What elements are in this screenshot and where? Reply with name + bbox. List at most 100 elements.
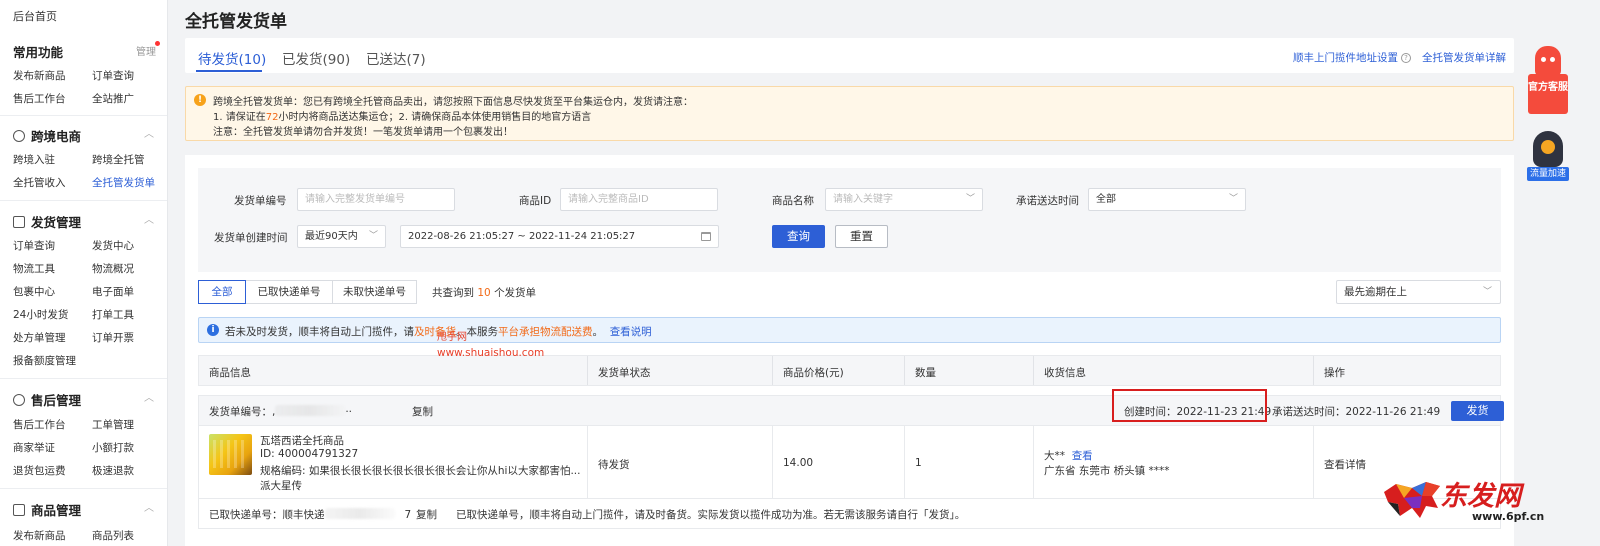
- sidebar-item-home[interactable]: 后台首页: [13, 8, 57, 24]
- sidebar-item-cross-managed[interactable]: 跨境全托管: [92, 152, 145, 167]
- sidebar-item-managed-income[interactable]: 全托管收入: [13, 175, 66, 190]
- sidebar-item-aftersale-desk[interactable]: 售后工作台: [13, 91, 66, 106]
- chevron-down-icon: ﹀: [1228, 194, 1238, 204]
- product-id-input[interactable]: 请输入完整商品ID: [560, 188, 718, 211]
- sidebar-item-order-query[interactable]: 订单查询: [92, 68, 134, 83]
- main-card: 发货单编号 请输入完整发货单编号 商品ID 请输入完整商品ID 商品名称 请输入…: [185, 155, 1514, 546]
- chevron-up-icon[interactable]: ︿: [144, 499, 154, 514]
- manage-link[interactable]: 管理: [136, 43, 156, 58]
- sidebar-group-after-sales[interactable]: 售后管理: [13, 390, 81, 409]
- express-note: 已取快递单号，顺丰将自动上门揽件，请及时备货。实际发货以揽件成功为准。若无需该服…: [456, 509, 966, 521]
- create-time-label: 发货单创建时间: [214, 232, 288, 244]
- notification-dot: [155, 41, 160, 46]
- reset-button[interactable]: 重置: [835, 225, 888, 248]
- redacted-express-no: [324, 508, 395, 519]
- sidebar-item-goods-list[interactable]: 商品列表: [92, 528, 134, 543]
- product-id-label: 商品ID: [519, 195, 552, 207]
- tab-delivered[interactable]: 已送达(7): [366, 48, 426, 68]
- warning-icon: !: [194, 94, 206, 106]
- view-detail-link[interactable]: 查看详情: [1324, 457, 1366, 472]
- order-status: 待发货: [598, 459, 630, 471]
- order-no: 发货单编号：, ··: [209, 405, 353, 418]
- tabs-bar: 待发货(10) 已发货(90) 已送达(7) 顺丰上门揽件地址设置? 全托管发货…: [185, 38, 1514, 73]
- product-name-link[interactable]: 瓦塔西诺全托商品: [260, 433, 344, 448]
- filter-panel: 发货单编号 请输入完整发货单编号 商品ID 请输入完整商品ID 商品名称 请输入…: [198, 168, 1501, 272]
- product-name-select[interactable]: 请输入关键字 ﹀: [825, 188, 983, 211]
- managed-detail-link[interactable]: 全托管发货单详解: [1422, 50, 1506, 65]
- th-action: 操作: [1324, 367, 1345, 379]
- create-range-select[interactable]: 最近90天内 ﹀: [297, 225, 386, 248]
- sidebar-group-cross-border[interactable]: 跨境电商: [13, 126, 81, 145]
- divider: [0, 115, 167, 116]
- sidebar-item-small-pay[interactable]: 小额打款: [92, 440, 134, 455]
- official-service-widget[interactable]: 官方客服: [1528, 46, 1568, 116]
- sidebar-item-prescription[interactable]: 处方单管理: [13, 330, 66, 345]
- tab-underline: [196, 70, 262, 72]
- sidebar-item-package-center[interactable]: 包裹中心: [13, 284, 55, 299]
- view-receiver-link[interactable]: 查看: [1072, 450, 1093, 462]
- sidebar-item-ship-center[interactable]: 发货中心: [92, 238, 134, 253]
- product-image[interactable]: [209, 434, 252, 475]
- sidebar-item-cross-join[interactable]: 跨境入驻: [13, 152, 55, 167]
- sidebar-item-logistics-tools[interactable]: 物流工具: [13, 261, 55, 276]
- tab-pending[interactable]: 待发货(10): [198, 48, 266, 68]
- th-price: 商品价格(元): [783, 367, 844, 379]
- table-header: 商品信息 发货单状态 商品价格(元) 数量 收货信息 操作: [198, 355, 1501, 386]
- sidebar-item-as-desk[interactable]: 售后工作台: [13, 417, 66, 432]
- sidebar-item-quota[interactable]: 报备额度管理: [13, 353, 76, 368]
- copy-order-no-button[interactable]: 复制: [412, 404, 433, 419]
- notice-line-1: 跨境全托管发货单：您已有跨境全托管商品卖出，请您按照下面信息尽快发货至平台集运仓…: [213, 97, 693, 108]
- sidebar-item-promotion[interactable]: 全站推广: [92, 91, 134, 106]
- sidebar-item-ship-order-query[interactable]: 订单查询: [13, 238, 55, 253]
- view-explanation-link[interactable]: 查看说明: [610, 326, 652, 338]
- th-status: 发货单状态: [598, 367, 651, 379]
- promise-time-select[interactable]: 全部 ﹀: [1088, 188, 1246, 211]
- sidebar-item-fast-refund[interactable]: 极速退款: [92, 463, 134, 478]
- sidebar-group-goods[interactable]: 商品管理: [13, 500, 81, 519]
- total-count-text: 共查询到 10 个发货单: [432, 287, 537, 299]
- sidebar-item-return-freight[interactable]: 退货包运费: [13, 463, 66, 478]
- th-product: 商品信息: [209, 367, 251, 379]
- divider: [0, 488, 167, 489]
- product-spec-2: 派大星传: [260, 480, 302, 492]
- copy-express-button[interactable]: 复制: [416, 507, 437, 522]
- shield-icon: [13, 393, 25, 406]
- sidebar-item-e-waybill[interactable]: 电子面单: [92, 284, 134, 299]
- chevron-up-icon[interactable]: ︿: [144, 211, 154, 226]
- order-footer-row: 已取快递单号：顺丰快递 7 复制 已取快递单号，顺丰将自动上门揽件，请及时备货。…: [198, 499, 1501, 529]
- warning-notice: ! 跨境全托管发货单：您已有跨境全托管商品卖出，请您按照下面信息尽快发货至平台集…: [185, 86, 1514, 141]
- express-no: 已取快递单号：顺丰快递 7: [209, 508, 412, 521]
- sidebar-item-publish[interactable]: 发布新商品: [13, 68, 66, 83]
- search-button[interactable]: 查询: [772, 225, 825, 248]
- sf-address-link[interactable]: 顺丰上门揽件地址设置?: [1293, 50, 1411, 65]
- sidebar-item-24h-shipping[interactable]: 24小时发货: [13, 307, 68, 322]
- segment-all[interactable]: 全部: [198, 280, 246, 304]
- sidebar-item-invoice[interactable]: 订单开票: [92, 330, 134, 345]
- sidebar: 后台首页 常用功能 管理 发布新商品 订单查询 售后工作台 全站推广 跨境电商 …: [0, 0, 168, 546]
- traffic-label: 流量加速: [1527, 167, 1569, 181]
- product-spec: 规格编码: 如果很长很长很长很长很长很长会让你从hi以大家都害怕...: [260, 465, 581, 477]
- tab-shipped[interactable]: 已发货(90): [282, 48, 350, 68]
- sidebar-item-evidence[interactable]: 商家举证: [13, 440, 55, 455]
- segment-with-express[interactable]: 已取快递单号: [245, 280, 333, 304]
- page-title: 全托管发货单: [185, 12, 287, 32]
- sidebar-item-managed-shipping[interactable]: 全托管发货单: [92, 175, 155, 190]
- sidebar-item-print-tool[interactable]: 打单工具: [92, 307, 134, 322]
- divider: [0, 200, 167, 201]
- traffic-boost-widget[interactable]: 流量加速: [1527, 131, 1569, 183]
- order-no-input[interactable]: 请输入完整发货单编号: [297, 188, 455, 211]
- help-icon: ?: [1401, 53, 1411, 63]
- sidebar-item-ticket[interactable]: 工单管理: [92, 417, 134, 432]
- sidebar-item-logistics-overview[interactable]: 物流概况: [92, 261, 134, 276]
- date-range-picker[interactable]: 2022-08-26 21:05:27 ~ 2022-11-24 21:05:2…: [400, 225, 719, 248]
- sidebar-group-shipping[interactable]: 发货管理: [13, 212, 81, 231]
- sort-select[interactable]: 最先逾期在上 ﹀: [1336, 280, 1501, 304]
- segment-without-express[interactable]: 未取快递单号: [332, 280, 417, 304]
- sidebar-item-goods-publish[interactable]: 发布新商品: [13, 528, 66, 543]
- chevron-down-icon: ﹀: [368, 231, 378, 241]
- redacted-order-no: [275, 405, 346, 416]
- box-icon: [13, 503, 25, 516]
- chevron-up-icon[interactable]: ︿: [144, 389, 154, 404]
- chevron-up-icon[interactable]: ︿: [144, 125, 154, 140]
- ship-button[interactable]: 发货: [1451, 401, 1504, 421]
